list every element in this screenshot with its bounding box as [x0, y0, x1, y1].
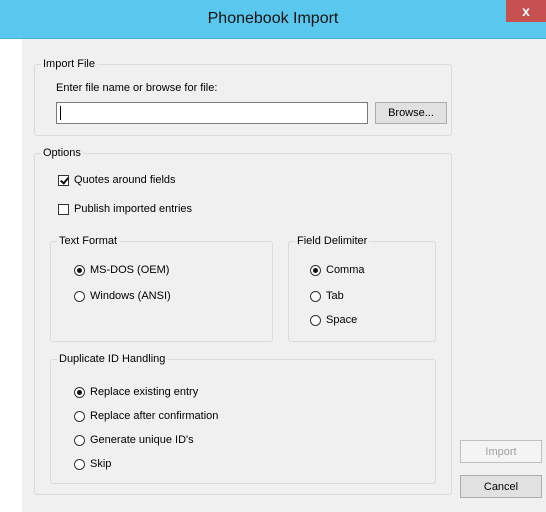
cancel-button[interactable]: Cancel: [460, 475, 542, 498]
radio-replace-confirm-label: Replace after confirmation: [90, 410, 219, 422]
text-format-legend: Text Format: [57, 234, 120, 248]
radio-tab[interactable]: Tab: [310, 289, 344, 303]
radio-replace-confirm[interactable]: Replace after confirmation: [74, 409, 218, 423]
close-button[interactable]: x: [506, 0, 546, 22]
radio-space[interactable]: Space: [310, 313, 357, 327]
file-name-label: Enter file name or browse for file:: [56, 82, 218, 94]
options-legend: Options: [41, 146, 83, 160]
radio-space-label: Space: [326, 314, 358, 326]
window-title: Phonebook Import: [207, 10, 339, 27]
radio-generate-unique-label: Generate unique ID's: [90, 434, 194, 446]
radio-ms-dos-dot[interactable]: [74, 264, 85, 276]
quotes-checkbox-label: Quotes around fields: [74, 174, 176, 186]
radio-skip[interactable]: Skip: [74, 457, 111, 471]
radio-tab-label: Tab: [326, 290, 344, 302]
import-button[interactable]: Import: [460, 440, 542, 463]
text-caret: [60, 106, 61, 120]
radio-generate-unique[interactable]: Generate unique ID's: [74, 433, 194, 447]
radio-comma[interactable]: Comma: [310, 263, 365, 277]
radio-replace-confirm-dot[interactable]: [74, 410, 85, 422]
quotes-around-fields-checkbox[interactable]: Quotes around fields: [58, 173, 176, 187]
publish-checkbox-label: Publish imported entries: [74, 203, 193, 215]
radio-windows-ansi[interactable]: Windows (ANSI): [74, 289, 171, 303]
radio-windows-ansi-dot[interactable]: [74, 290, 85, 302]
field-delimiter-legend: Field Delimiter: [295, 234, 370, 248]
radio-skip-label: Skip: [90, 458, 112, 470]
close-icon: x: [522, 3, 530, 19]
quotes-checkbox-box[interactable]: [58, 174, 69, 186]
radio-comma-dot[interactable]: [310, 264, 321, 276]
radio-space-dot[interactable]: [310, 314, 321, 326]
import-file-group: Import File: [34, 57, 452, 136]
radio-generate-unique-dot[interactable]: [74, 434, 85, 446]
dialog-body: Import File Enter file name or browse fo…: [22, 39, 546, 512]
radio-skip-dot[interactable]: [74, 458, 85, 470]
title-bar: Phonebook Import x: [0, 0, 546, 39]
radio-windows-ansi-label: Windows (ANSI): [90, 290, 171, 302]
radio-replace-existing-label: Replace existing entry: [90, 386, 199, 398]
publish-checkbox-box[interactable]: [58, 203, 69, 215]
radio-replace-existing-dot[interactable]: [74, 386, 85, 398]
browse-button[interactable]: Browse...: [375, 102, 447, 124]
radio-ms-dos[interactable]: MS-DOS (OEM): [74, 263, 169, 277]
import-file-legend: Import File: [41, 57, 97, 71]
radio-tab-dot[interactable]: [310, 290, 321, 302]
file-name-input[interactable]: [56, 102, 368, 124]
radio-ms-dos-label: MS-DOS (OEM): [90, 264, 170, 276]
publish-entries-checkbox[interactable]: Publish imported entries: [58, 202, 192, 216]
radio-replace-existing[interactable]: Replace existing entry: [74, 385, 198, 399]
radio-comma-label: Comma: [326, 264, 365, 276]
duplicate-id-legend: Duplicate ID Handling: [57, 352, 168, 366]
